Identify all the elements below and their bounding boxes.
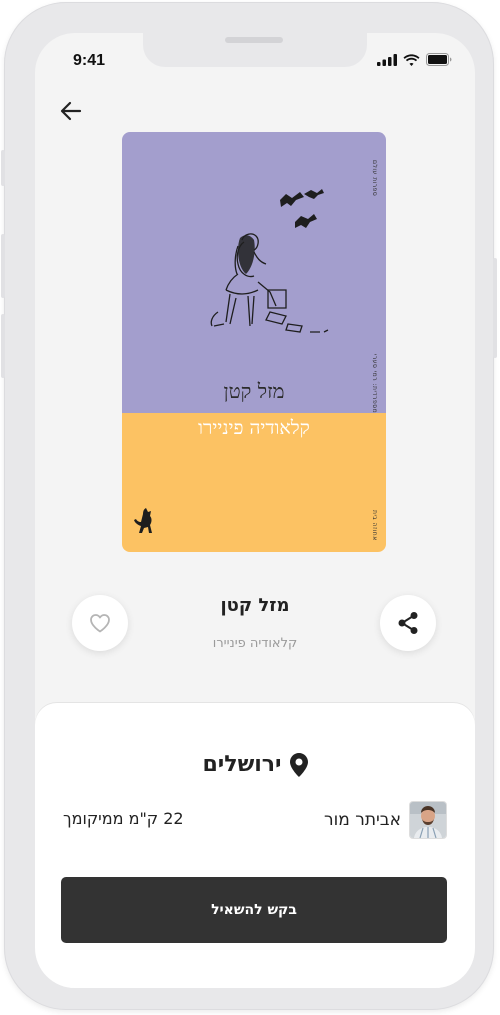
request-borrow-button[interactable]: בקש להשאיל	[61, 877, 447, 943]
cover-series-text: ספרות עולם	[371, 160, 378, 197]
like-button[interactable]	[72, 595, 128, 651]
power-button	[493, 258, 497, 358]
cover-title: מזל קטן	[223, 379, 285, 403]
share-icon	[398, 612, 418, 634]
cover-author: קלאודיה פיניירו	[198, 417, 310, 439]
location-row: ירושלים	[35, 752, 475, 777]
cover-illustration	[210, 189, 329, 333]
book-cover[interactable]: ספרות עולם מספרדית: רמי סערי אחוזה בית מ…	[122, 132, 386, 552]
owner-name: אביתר מור	[324, 810, 401, 830]
signal-icon	[377, 53, 397, 66]
location-label: ירושלים	[202, 752, 282, 777]
speaker	[225, 37, 283, 43]
phone-frame: 9:41 ספרות עולם מספרדית: רמי סערי אחוזה …	[1, 2, 497, 1010]
book-author: קלאודיה פיניירו	[212, 636, 298, 651]
distance-label: 22 ק"מ ממיקומך	[63, 809, 184, 828]
book-title: מזל קטן	[220, 595, 290, 616]
arrow-left-icon	[60, 101, 82, 121]
avatar[interactable]	[409, 801, 447, 839]
back-button[interactable]	[57, 97, 85, 125]
status-icons	[377, 53, 453, 66]
user-avatar-image	[410, 802, 446, 838]
cover-publisher-text: אחוזה בית	[371, 510, 378, 541]
volume-down-button	[1, 314, 5, 378]
screen: 9:41 ספרות עולם מספרדית: רמי סערי אחוזה …	[35, 33, 475, 988]
heart-icon	[90, 614, 110, 633]
battery-icon	[426, 53, 452, 66]
status-time: 9:41	[73, 52, 106, 69]
wifi-icon	[403, 53, 420, 66]
map-pin-icon	[289, 752, 308, 777]
share-button[interactable]	[380, 595, 436, 651]
details-card: ירושלים אביתר מור 22 ק"מ ממיקומך בקש להש…	[35, 703, 475, 988]
notch	[143, 33, 367, 67]
cat-logo-icon	[134, 508, 152, 533]
owner-row[interactable]: אביתר מור	[324, 801, 447, 839]
mute-switch	[1, 150, 5, 186]
volume-up-button	[1, 234, 5, 298]
